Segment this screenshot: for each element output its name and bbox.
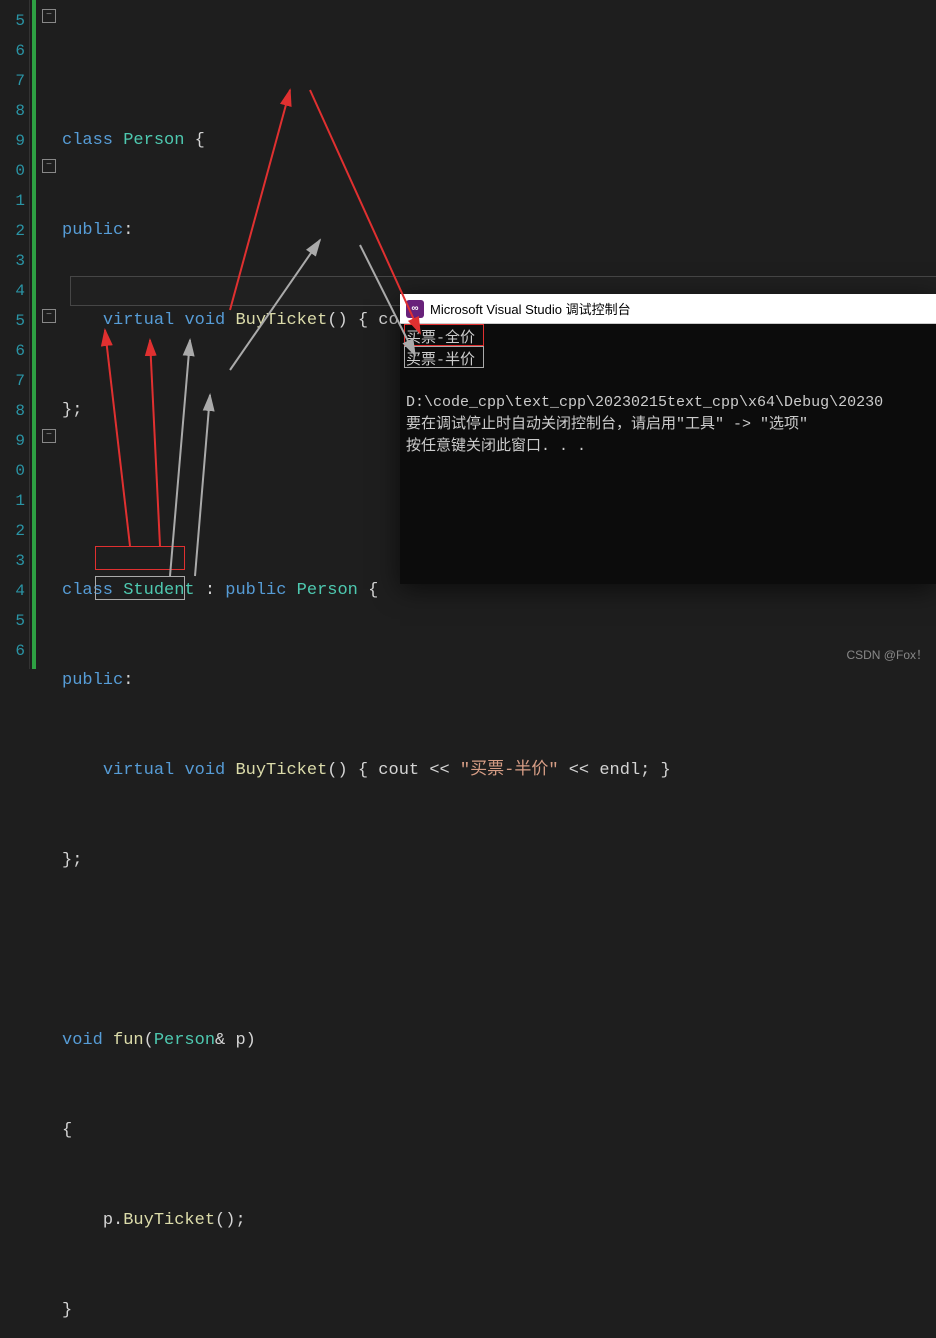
fold-toggle-icon[interactable]: − <box>42 309 56 323</box>
console-titlebar[interactable]: ∞ Microsoft Visual Studio 调试控制台 <box>400 294 936 324</box>
line-number: 0 <box>0 456 25 486</box>
change-indicator <box>32 0 36 669</box>
line-number: 5 <box>0 306 25 336</box>
console-title: Microsoft Visual Studio 调试控制台 <box>430 299 631 318</box>
fold-gutter: − − − − <box>40 0 62 669</box>
console-output-line: 买票-全价 <box>406 328 930 350</box>
line-number: 6 <box>0 36 25 66</box>
code-line[interactable] <box>62 936 936 966</box>
line-number-gutter: 5 6 7 8 9 0 1 2 3 4 5 6 7 8 9 0 1 2 3 4 … <box>0 0 30 669</box>
line-number: 4 <box>0 276 25 306</box>
code-line[interactable]: } <box>62 1296 936 1326</box>
line-number: 6 <box>0 636 25 666</box>
fold-toggle-icon[interactable]: − <box>42 9 56 23</box>
line-number: 6 <box>0 336 25 366</box>
line-number: 3 <box>0 246 25 276</box>
line-number: 5 <box>0 606 25 636</box>
fold-toggle-icon[interactable]: − <box>42 159 56 173</box>
code-line[interactable]: { <box>62 1116 936 1146</box>
line-number: 5 <box>0 6 25 36</box>
console-body[interactable]: 买票-全价 买票-半价 D:\code_cpp\text_cpp\2023021… <box>400 324 936 462</box>
line-number: 8 <box>0 96 25 126</box>
console-output-line: D:\code_cpp\text_cpp\20230215text_cpp\x6… <box>406 392 930 414</box>
code-line[interactable]: class Person { <box>62 126 936 156</box>
line-number: 1 <box>0 486 25 516</box>
code-line[interactable]: p.BuyTicket(); <box>62 1206 936 1236</box>
watermark: CSDN @Fox！ <box>846 646 928 663</box>
line-number: 2 <box>0 216 25 246</box>
code-line[interactable]: }; <box>62 846 936 876</box>
line-number: 7 <box>0 66 25 96</box>
line-number: 4 <box>0 576 25 606</box>
code-line[interactable]: virtual void BuyTicket() { cout << "买票-半… <box>62 756 936 786</box>
line-number: 0 <box>0 156 25 186</box>
code-line[interactable]: public: <box>62 216 936 246</box>
visual-studio-icon: ∞ <box>406 300 424 318</box>
console-output-line: 买票-半价 <box>406 350 930 372</box>
line-number: 7 <box>0 366 25 396</box>
console-output-line: 按任意键关闭此窗口. . . <box>406 436 930 458</box>
line-number: 9 <box>0 426 25 456</box>
line-number: 2 <box>0 516 25 546</box>
code-line[interactable]: void fun(Person& p) <box>62 1026 936 1056</box>
editor-margin <box>30 0 40 669</box>
debug-console-window[interactable]: ∞ Microsoft Visual Studio 调试控制台 买票-全价 买票… <box>400 294 936 584</box>
line-number: 1 <box>0 186 25 216</box>
fold-toggle-icon[interactable]: − <box>42 429 56 443</box>
code-line[interactable]: public: <box>62 666 936 696</box>
line-number: 3 <box>0 546 25 576</box>
line-number: 9 <box>0 126 25 156</box>
line-number: 8 <box>0 396 25 426</box>
console-output-line: 要在调试停止时自动关闭控制台，请启用"工具" -> "选项" <box>406 414 930 436</box>
